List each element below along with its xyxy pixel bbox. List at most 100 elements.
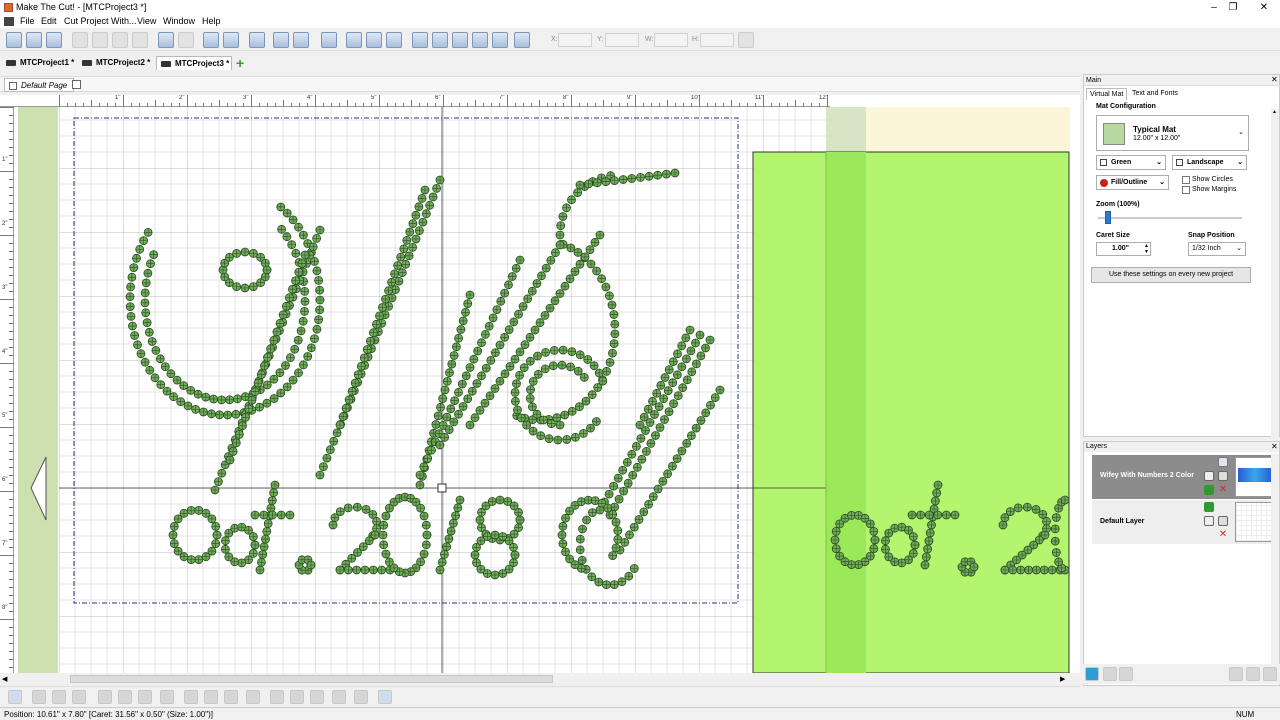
weld-icon[interactable] <box>321 32 337 48</box>
cut-icon[interactable] <box>72 32 88 48</box>
menu-cut-project-with[interactable]: Cut Project With... <box>64 16 137 26</box>
trash-icon[interactable] <box>1229 667 1243 681</box>
open-icon[interactable] <box>26 32 42 48</box>
layer-item-wifey[interactable]: + Wifey With Numbers 2 Color ✕ <box>1087 455 1277 499</box>
align-tool-icon[interactable] <box>72 690 86 704</box>
copy-icon[interactable] <box>92 32 108 48</box>
close-icon[interactable]: ✕ <box>1271 442 1278 451</box>
display-mode-select[interactable]: Fill/Outline ⌄ <box>1096 175 1169 190</box>
menu-window[interactable]: Window <box>163 16 195 26</box>
ellipse-tool-icon[interactable] <box>290 690 304 704</box>
size-icon[interactable] <box>184 690 198 704</box>
lock-icon[interactable] <box>1218 516 1228 526</box>
position-icon[interactable] <box>204 690 218 704</box>
rotate-icon[interactable] <box>452 32 468 48</box>
pen-tool-icon[interactable] <box>378 690 392 704</box>
flip-horizontal-icon[interactable] <box>412 32 428 48</box>
merge-layer-icon[interactable] <box>1119 667 1133 681</box>
arrow-tool-icon[interactable] <box>52 690 66 704</box>
menu-help[interactable]: Help <box>202 16 221 26</box>
cutter-icon[interactable] <box>346 32 362 48</box>
use-settings-button[interactable]: Use these settings on every new project <box>1091 267 1251 283</box>
add-page-icon[interactable] <box>72 80 81 89</box>
tab-mtcproject2[interactable]: MTCProject2 * <box>78 56 154 70</box>
eye-icon[interactable] <box>1204 516 1214 526</box>
fill-icon[interactable] <box>160 690 174 704</box>
rect-tool-icon[interactable] <box>310 690 324 704</box>
h-field[interactable] <box>700 33 734 47</box>
canvas-area[interactable]: 1" 2" 3" 4" 5" 6" 7" 8" 9" 10" 11" 12" 1" 2" 3" 4" 5" 6"… <box>0 95 1080 673</box>
close-button[interactable]: ✕ <box>1248 0 1280 15</box>
menu-edit[interactable]: Edit <box>41 16 57 26</box>
canvas-drawing[interactable] <box>0 95 1080 673</box>
close-icon[interactable]: ✕ <box>1271 75 1278 84</box>
redo-icon[interactable] <box>178 32 194 48</box>
layer-item-default[interactable]: Default Layer ✕ <box>1092 500 1277 544</box>
w-field[interactable] <box>654 33 688 47</box>
zoom-slider-thumb[interactable] <box>1105 211 1112 224</box>
mat-selector[interactable]: Typical Mat 12.00" x 12.00" ⌄ <box>1096 115 1249 151</box>
add-layer-icon[interactable] <box>1085 667 1099 681</box>
show-margins-checkbox[interactable] <box>1182 186 1190 194</box>
pointer-icon[interactable] <box>8 690 22 704</box>
tab-mtcproject3[interactable]: MTCProject3 * <box>156 56 232 70</box>
maximize-button[interactable]: ❐ <box>1217 0 1249 15</box>
zoom-slider-track[interactable] <box>1098 217 1242 219</box>
lock-icon[interactable] <box>738 32 754 48</box>
zoom-window-icon[interactable] <box>293 32 309 48</box>
caret-size-field[interactable]: 1.00" ▲ ▼ <box>1096 242 1151 256</box>
pan-icon[interactable] <box>273 32 289 48</box>
scroll-up-icon[interactable]: ▲ <box>1272 109 1277 115</box>
rhinestone-icon[interactable] <box>332 690 346 704</box>
move-down-icon[interactable] <box>1204 485 1214 495</box>
delete-layer-icon[interactable]: ✕ <box>1218 530 1228 540</box>
page-tab-default[interactable]: Default Page <box>4 78 75 92</box>
tab-virtual-mat[interactable]: Virtual Mat <box>1086 88 1128 100</box>
new-icon[interactable] <box>6 32 22 48</box>
duplicate-layer-icon[interactable] <box>1103 667 1117 681</box>
lock-icon[interactable] <box>1218 471 1228 481</box>
circle-tool-icon[interactable] <box>270 690 284 704</box>
knife-icon[interactable] <box>354 690 368 704</box>
mat-color-select[interactable]: Green ⌄ <box>1096 155 1166 170</box>
undo-icon[interactable] <box>158 32 174 48</box>
tab-text-and-fonts[interactable]: Text and Fonts <box>1129 88 1181 100</box>
group-icon[interactable] <box>472 32 488 48</box>
ungroup-icon[interactable] <box>492 32 508 48</box>
horizontal-scrollbar[interactable]: ◀ ▶ <box>0 673 1080 685</box>
expand-icon[interactable]: + <box>1087 473 1091 480</box>
menu-view[interactable]: View <box>137 16 156 26</box>
menu-file[interactable]: File <box>20 16 35 26</box>
eraser-icon[interactable] <box>246 690 260 704</box>
lock-icon[interactable] <box>1263 667 1277 681</box>
shadow-icon[interactable] <box>118 690 132 704</box>
scroll-left-icon[interactable]: ◀ <box>2 675 7 683</box>
path-icon[interactable] <box>138 690 152 704</box>
spinner-icon[interactable]: ▲ ▼ <box>1144 243 1149 255</box>
zoom-out-icon[interactable] <box>223 32 239 48</box>
document-menu-icon[interactable] <box>4 17 14 26</box>
flip-vertical-icon[interactable] <box>432 32 448 48</box>
node-icon[interactable] <box>32 690 46 704</box>
main-panel-scrollbar[interactable]: ▲ <box>1271 109 1279 437</box>
move-up-icon[interactable] <box>1204 502 1214 512</box>
eye-icon[interactable] <box>1246 667 1260 681</box>
grid-icon[interactable] <box>366 32 382 48</box>
zoom-fit-icon[interactable] <box>249 32 265 48</box>
zoom-in-icon[interactable] <box>203 32 219 48</box>
scroll-thumb[interactable] <box>70 675 553 683</box>
scroll-right-icon[interactable]: ▶ <box>1060 675 1065 683</box>
snap-position-select[interactable]: 1/32 Inch ⌄ <box>1188 242 1246 256</box>
paste-icon[interactable] <box>112 32 128 48</box>
delete-layer-icon[interactable]: ✕ <box>1218 485 1228 495</box>
x-field[interactable] <box>558 33 592 47</box>
y-field[interactable] <box>605 33 639 47</box>
tab-mtcproject1[interactable]: MTCProject1 * <box>2 56 76 70</box>
distribute-icon[interactable] <box>98 690 112 704</box>
copies-icon[interactable] <box>224 690 238 704</box>
align-icon[interactable] <box>514 32 530 48</box>
save-icon[interactable] <box>46 32 62 48</box>
layer-grid-icon[interactable] <box>1218 457 1228 467</box>
orientation-select[interactable]: Landscape ⌄ <box>1172 155 1247 170</box>
add-tab-icon[interactable]: + <box>236 56 246 70</box>
